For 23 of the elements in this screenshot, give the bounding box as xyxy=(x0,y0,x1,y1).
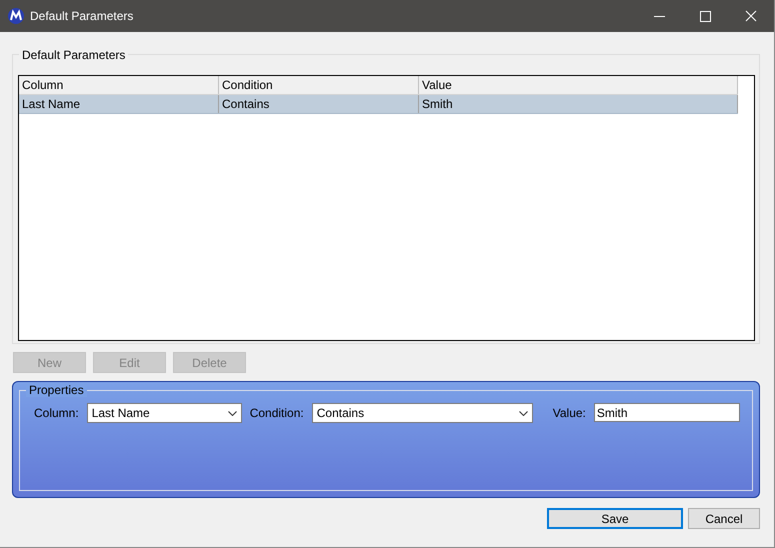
input-field[interactable]: Smith xyxy=(594,403,740,422)
maximize-icon xyxy=(700,10,710,22)
window-title: Default Parameters xyxy=(30,9,134,23)
close-icon xyxy=(745,10,757,22)
dialog-button[interactable]: Save xyxy=(547,508,683,529)
group-title: Default Parameters xyxy=(19,48,128,62)
column-header[interactable]: Column xyxy=(19,76,219,94)
dialog-button[interactable]: Cancel xyxy=(688,508,760,529)
column-header[interactable]: Value xyxy=(419,76,738,94)
app-logo-icon xyxy=(8,8,24,24)
table-cell: Smith xyxy=(419,95,738,113)
table-cell: Contains xyxy=(219,95,419,113)
dropdown-field[interactable]: Last Name xyxy=(86,403,242,423)
field-label: Column: xyxy=(34,405,79,422)
dropdown-field[interactable]: Contains xyxy=(312,403,533,423)
chevron-down-icon xyxy=(228,410,237,416)
chevron-down-icon xyxy=(518,410,528,416)
column-header[interactable]: Condition xyxy=(219,76,419,94)
table-cell: Last Name xyxy=(19,95,219,113)
table-row[interactable]: Last Name Contains Smith xyxy=(19,95,738,114)
field-label: Condition: xyxy=(250,405,304,422)
field-label: Value: xyxy=(552,405,586,422)
panel-title: Properties xyxy=(26,383,87,397)
